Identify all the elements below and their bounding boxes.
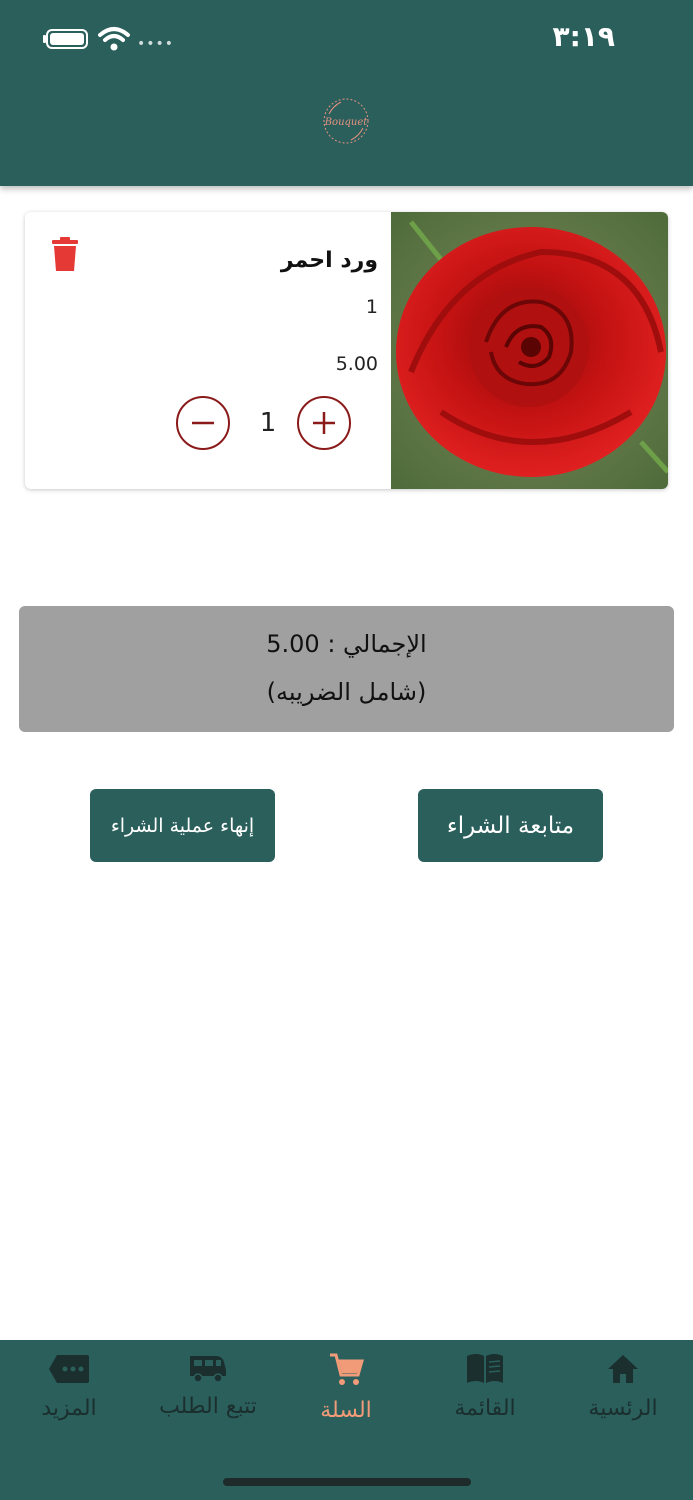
tax-note: (شامل الضريبه) (266, 678, 427, 706)
tab-label-cart: السلة (320, 1398, 372, 1423)
quantity-value: 1 (259, 408, 277, 438)
tab-cart[interactable]: السلة (286, 1352, 406, 1423)
status-time: ٣:١٩ (552, 20, 615, 53)
bouquet-logo: Bouquet (323, 98, 369, 144)
product-name: ورد احمر (280, 248, 378, 273)
app-header: •••• ٣:١٩ Bouquet (0, 0, 693, 186)
battery-icon (46, 29, 88, 49)
cart-item-card: ورد احمر 1 5.00 1 (25, 212, 668, 489)
total-amount: الإجمالي : 5.00 (266, 630, 427, 658)
cart-icon (330, 1353, 364, 1385)
tab-label-menu: القائمة (454, 1396, 516, 1421)
tab-label-track-order: تتبع الطلب (159, 1394, 257, 1419)
plus-icon (313, 412, 335, 434)
menu-book-icon (467, 1354, 503, 1383)
tab-menu[interactable]: القائمة (425, 1352, 545, 1421)
tab-label-home: الرئسية (588, 1396, 658, 1421)
checkout-button[interactable]: إنهاء عملية الشراء (90, 789, 275, 862)
product-quantity: 1 (365, 296, 378, 318)
trash-icon[interactable] (52, 237, 78, 271)
total-summary: الإجمالي : 5.00 (شامل الضريبه) (19, 606, 674, 732)
red-rose-image (391, 212, 668, 489)
bottom-tab-bar: الرئسية القائمة السلة تتبع الطلب المزيد (0, 1340, 693, 1500)
increase-quantity-button[interactable] (297, 396, 351, 450)
decrease-quantity-button[interactable] (176, 396, 230, 450)
logo-text: Bouquet (324, 117, 369, 128)
minus-icon (192, 421, 214, 425)
wifi-icon (98, 27, 130, 51)
cellular-signal-icon: •••• (137, 36, 175, 52)
tab-more[interactable]: المزيد (9, 1352, 129, 1421)
tab-label-more: المزيد (41, 1396, 97, 1421)
tab-home[interactable]: الرئسية (563, 1352, 683, 1421)
home-icon (608, 1355, 638, 1383)
tab-track-order[interactable]: تتبع الطلب (148, 1352, 268, 1419)
continue-shopping-button[interactable]: متابعة الشراء (418, 789, 603, 862)
battery-tip (43, 35, 46, 43)
more-icon (49, 1355, 89, 1383)
truck-icon (190, 1356, 226, 1383)
product-price: 5.00 (335, 353, 378, 375)
home-indicator[interactable] (223, 1478, 471, 1486)
